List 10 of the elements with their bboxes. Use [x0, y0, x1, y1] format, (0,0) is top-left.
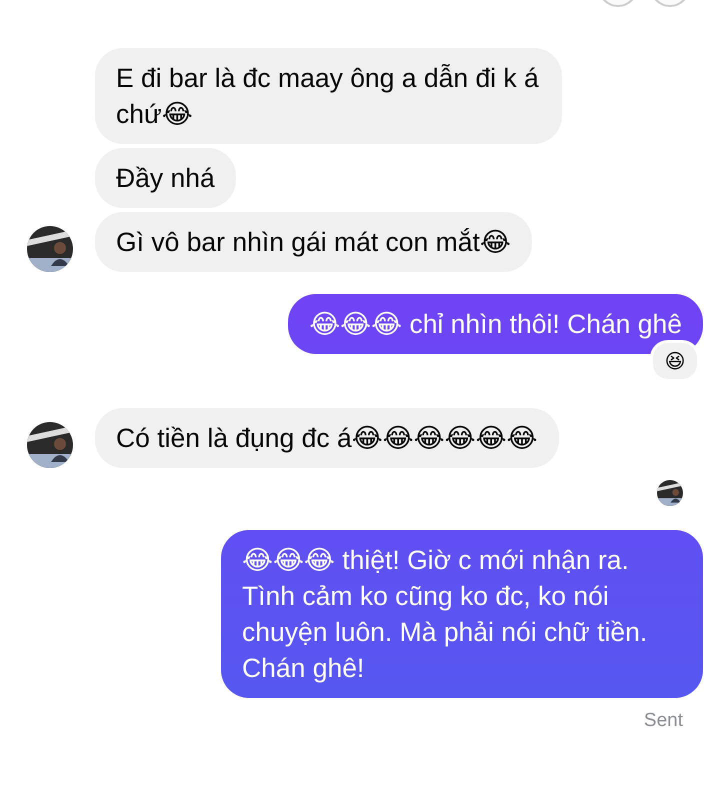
reaction-badge[interactable]: 😆 [650, 340, 700, 382]
message-status: Sent [644, 710, 683, 732]
message-bubble[interactable]: Đầy nhá [95, 148, 236, 208]
message-bubble[interactable]: E đi bar là đc maay ông a dẫn đi k á chứ😂 [95, 48, 562, 144]
seen-avatar[interactable] [657, 480, 683, 506]
message-bubble[interactable]: 😂😂😂 thiệt! Giờ c mới nhận ra. Tình cảm ko cũng ko đc, ko nói chuyện luôn. Mà phải nói chữ tiền. Chán ghê! [221, 530, 703, 698]
message-bubble[interactable]: Có tiền là đụng đc á😂😂😂😂😂😂 [95, 408, 559, 468]
message-bubble[interactable]: Gì vô bar nhìn gái mát con mắt😂 [95, 212, 532, 272]
avatar[interactable] [27, 226, 73, 272]
avatar[interactable] [27, 422, 73, 468]
